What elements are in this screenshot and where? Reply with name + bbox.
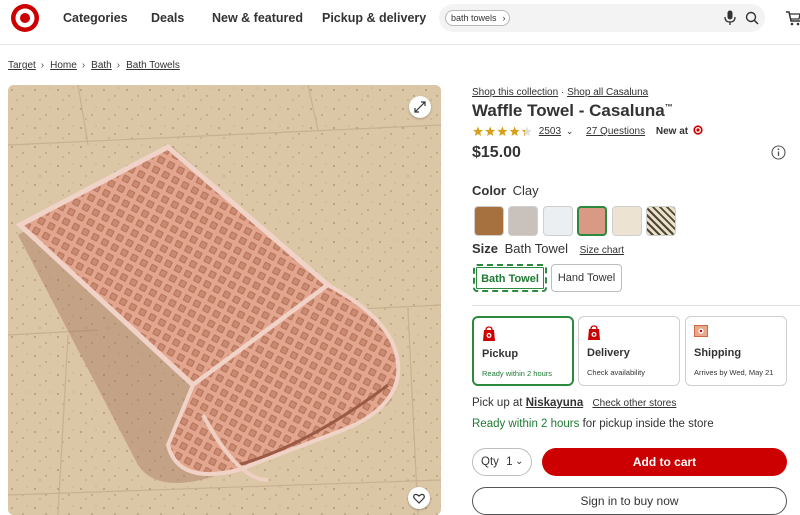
pickup-title: Pickup xyxy=(482,348,519,360)
link-separator: · xyxy=(560,87,565,98)
price: $15.00 xyxy=(472,144,521,161)
pickup-prefix: Pick up at xyxy=(472,397,523,409)
nav-categories[interactable]: Categories xyxy=(63,11,128,25)
heart-icon xyxy=(413,493,425,504)
ready-status: Ready within 2 hours xyxy=(472,418,580,430)
target-logo[interactable] xyxy=(10,3,40,33)
pickup-subtitle: Ready within 2 hours xyxy=(482,369,553,378)
shipping-title: Shipping xyxy=(694,347,742,359)
section-divider xyxy=(472,305,800,306)
new-at-label: New at xyxy=(655,126,689,137)
size-label: Size Bath Towel Size chart xyxy=(472,241,624,256)
shipping-subtitle: Arrives by Wed, May 21 xyxy=(694,368,774,377)
color-label-title: Color xyxy=(472,183,506,198)
size-value: Bath Towel xyxy=(504,241,568,256)
chevron-down-icon[interactable]: ⌄ xyxy=(566,126,574,136)
shop-brand-link[interactable]: Shop all Casaluna xyxy=(567,87,648,98)
breadcrumb: Target › Home › Bath › Bath Towels xyxy=(8,60,180,71)
star-icon xyxy=(485,126,496,136)
mic-icon[interactable] xyxy=(724,10,736,26)
ready-detail: for pickup inside the store xyxy=(582,418,714,430)
product-image[interactable] xyxy=(8,85,441,515)
qty-value: 1 xyxy=(506,456,513,468)
rating-stars[interactable] xyxy=(472,126,534,137)
shop-collection-link[interactable]: Shop this collection xyxy=(472,87,558,98)
pickup-store-line: Pick up at Niskayuna Check other stores xyxy=(472,397,676,409)
chevron-right-icon: › xyxy=(502,13,506,23)
size-label-title: Size xyxy=(472,241,499,256)
breadcrumb-home[interactable]: Home xyxy=(50,60,77,71)
sign-in-button[interactable]: Sign in to buy now xyxy=(472,487,787,515)
nav-new-featured[interactable]: New & featured xyxy=(212,11,303,25)
favorite-button[interactable] xyxy=(408,487,430,509)
info-icon[interactable] xyxy=(771,145,786,160)
towel-illustration xyxy=(8,85,441,515)
size-chart-link[interactable]: Size chart xyxy=(580,245,624,256)
breadcrumb-chevron-icon: › xyxy=(81,60,86,71)
star-icon xyxy=(472,126,484,136)
add-to-cart-button[interactable]: Add to cart xyxy=(542,448,787,476)
color-swatch-clay[interactable] xyxy=(577,206,608,236)
site-header: Categories Deals New & featured Pickup &… xyxy=(0,0,800,37)
color-value: Clay xyxy=(512,183,539,198)
search-icon[interactable] xyxy=(745,11,759,25)
color-swatch-white[interactable] xyxy=(542,206,573,236)
fulfillment-shipping[interactable]: Shipping Arrives by Wed, May 21 xyxy=(685,316,787,386)
check-other-stores-link[interactable]: Check other stores xyxy=(592,398,676,409)
store-name-link[interactable]: Niskayuna xyxy=(526,397,584,409)
review-count-link[interactable]: 2503 xyxy=(539,126,561,137)
color-swatch-gray[interactable] xyxy=(508,206,539,236)
qty-label: Qty xyxy=(481,456,499,468)
size-option-hand-towel[interactable]: Hand Towel xyxy=(551,264,622,292)
delivery-subtitle: Check availability xyxy=(587,368,645,377)
rating-row: 2503 ⌄ 27 Questions New at xyxy=(472,125,703,139)
trademark: ™ xyxy=(664,102,673,112)
breadcrumb-target[interactable]: Target xyxy=(8,60,36,71)
breadcrumb-bath[interactable]: Bath xyxy=(91,60,112,71)
target-logo-small xyxy=(693,125,703,135)
store-icon xyxy=(483,326,495,341)
chevron-down-icon: ⌄ xyxy=(515,456,524,467)
box-icon xyxy=(694,325,708,337)
star-icon xyxy=(509,126,520,136)
color-swatch-pattern[interactable] xyxy=(646,206,676,236)
search-bar[interactable]: bath towels › xyxy=(439,4,765,32)
expand-image-button[interactable] xyxy=(409,96,431,118)
quantity-select[interactable]: Qty 1 ⌄ xyxy=(472,448,532,476)
product-title-text: Waffle Towel - Casaluna xyxy=(472,101,665,120)
header-divider xyxy=(0,44,800,45)
star-icon xyxy=(497,126,508,136)
nav-deals[interactable]: Deals xyxy=(151,11,184,25)
fulfillment-delivery[interactable]: Delivery Check availability xyxy=(578,316,680,386)
breadcrumb-chevron-icon: › xyxy=(116,60,121,71)
delivery-title: Delivery xyxy=(587,347,630,359)
ready-line: Ready within 2 hours for pickup inside t… xyxy=(472,418,714,430)
questions-link[interactable]: 27 Questions xyxy=(586,126,645,137)
breadcrumb-bath-towels[interactable]: Bath Towels xyxy=(126,60,180,71)
breadcrumb-chevron-icon: › xyxy=(40,60,45,71)
star-icon xyxy=(521,126,532,136)
search-chip[interactable]: bath towels › xyxy=(445,10,510,26)
fulfillment-pickup[interactable]: Pickup Ready within 2 hours xyxy=(472,316,574,386)
brand-links: Shop this collection · Shop all Casaluna xyxy=(472,87,648,98)
truck-icon xyxy=(588,325,600,340)
color-swatch-brown[interactable] xyxy=(474,206,504,236)
color-swatch-cream[interactable] xyxy=(611,206,642,236)
search-chip-label: bath towels xyxy=(451,13,497,23)
cart-icon[interactable] xyxy=(786,10,800,26)
size-option-bath-towel[interactable]: Bath Towel xyxy=(473,264,547,292)
expand-icon xyxy=(414,101,426,113)
product-title: Waffle Towel - Casaluna™ xyxy=(472,101,673,121)
color-label: Color Clay xyxy=(472,183,539,198)
nav-pickup-delivery[interactable]: Pickup & delivery xyxy=(322,11,426,25)
